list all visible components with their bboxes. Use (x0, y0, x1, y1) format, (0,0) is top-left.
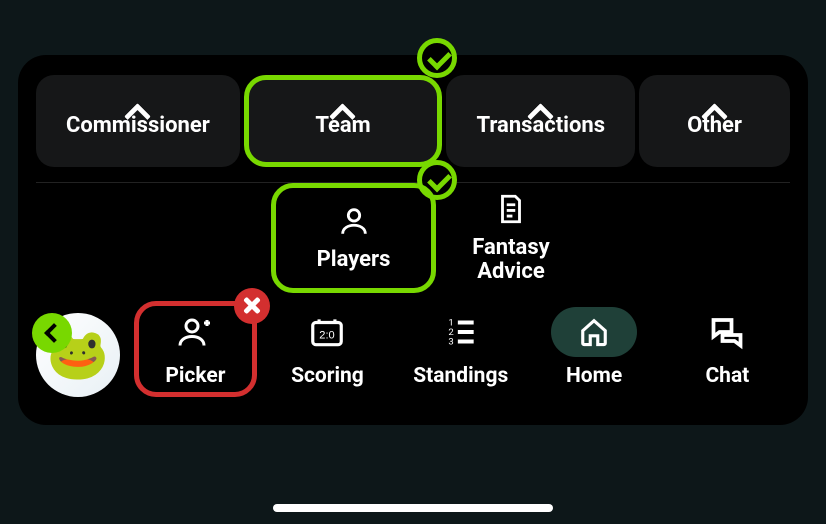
home-icon-wrap (551, 310, 637, 354)
nav-label: Standings (413, 364, 508, 388)
nav-home[interactable]: Home (531, 301, 656, 397)
menu-commissioner[interactable]: Commissioner (36, 75, 240, 167)
nav-label: Home (566, 364, 622, 388)
list-ordered-icon: 1 2 3 (442, 310, 480, 354)
person-add-icon (177, 310, 213, 354)
home-icon (579, 317, 609, 347)
menu-other[interactable]: Other (639, 75, 790, 167)
home-indicator[interactable] (273, 504, 553, 512)
check-badge (417, 38, 457, 78)
nav-chat[interactable]: Chat (665, 301, 790, 397)
menu-transactions[interactable]: Transactions (446, 75, 635, 167)
svg-text:2:0: 2:0 (320, 329, 335, 341)
menu-label: Players (317, 248, 391, 272)
mid-menu-row: Players Fantasy Advice (36, 183, 790, 293)
scoreboard-icon: 2:0 (308, 310, 346, 354)
menu-fantasy-advice[interactable]: Fantasy Advice (436, 183, 586, 293)
nav-picker[interactable]: Picker (134, 301, 257, 397)
menu-sheet: Commissioner Team Transactions Other (18, 55, 808, 425)
active-pill (551, 307, 637, 357)
menu-players[interactable]: Players (271, 183, 436, 293)
back-button[interactable] (32, 313, 72, 353)
top-menu-row: Commissioner Team Transactions Other (36, 75, 790, 183)
nav-standings[interactable]: 1 2 3 Standings (398, 301, 523, 397)
chat-icon (709, 310, 745, 354)
avatar-area: 🐸 (36, 307, 126, 397)
svg-text:3: 3 (448, 337, 453, 348)
bottom-nav: 🐸 Picker 2:0 Scoring (36, 293, 790, 415)
nav-label: Scoring (291, 364, 364, 388)
nav-scoring[interactable]: 2:0 Scoring (265, 301, 390, 397)
nav-label: Chat (705, 364, 749, 388)
person-icon (337, 204, 371, 238)
check-icon (422, 43, 452, 73)
menu-team[interactable]: Team (244, 75, 443, 167)
nav-label: Picker (165, 364, 225, 388)
menu-label: Fantasy Advice (472, 236, 549, 284)
document-icon (494, 192, 528, 226)
